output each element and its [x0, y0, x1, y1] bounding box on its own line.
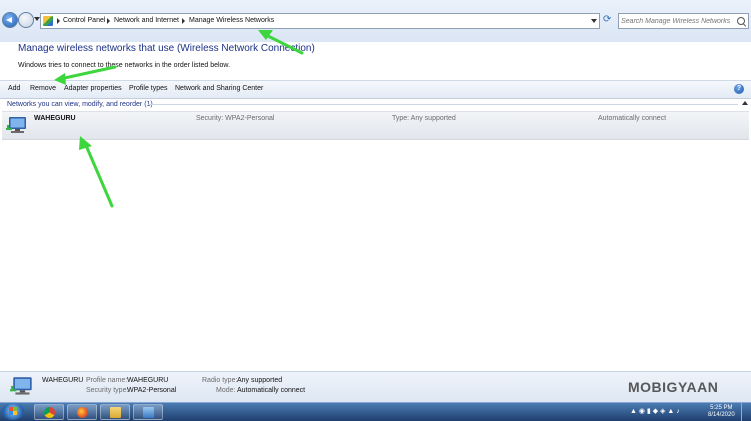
radio-type-label: Radio type:: [202, 377, 238, 384]
windows-logo-icon: [9, 407, 17, 415]
taskbar: ▲ ◉ ▮ ◆ ◈ ▲ ♪ 5:25 PM 8/14/2020: [0, 402, 751, 421]
mode-value: Automatically connect: [237, 387, 306, 394]
taskbar-explorer[interactable]: [100, 404, 130, 420]
control-panel-icon: [43, 16, 53, 26]
radio-type-value: Any supported: [237, 377, 283, 384]
list-item[interactable]: WAHEGURU Security: WPA2-Personal Type: A…: [2, 111, 749, 140]
start-button[interactable]: [2, 403, 24, 420]
breadcrumb-control-panel[interactable]: Control Panel: [63, 17, 105, 24]
group-divider: [148, 104, 738, 105]
chevron-right-icon[interactable]: [107, 18, 110, 24]
wireless-network-icon: [6, 117, 26, 133]
network-type: Type: Any supported: [392, 115, 456, 122]
show-desktop-button[interactable]: [741, 403, 751, 421]
details-pane: WAHEGURU Profile name: WAHEGURU Security…: [0, 371, 751, 403]
remove-button[interactable]: Remove: [30, 85, 56, 92]
system-tray[interactable]: ▲ ◉ ▮ ◆ ◈ ▲ ♪: [630, 407, 680, 415]
network-security: Security: WPA2-Personal: [196, 115, 275, 122]
refresh-icon[interactable]: ⟳: [603, 14, 611, 25]
chevron-right-icon[interactable]: [57, 18, 60, 24]
search-icon[interactable]: [737, 17, 745, 25]
profile-name-value: WAHEGURU: [127, 377, 169, 384]
clock-date: 8/14/2020: [708, 412, 735, 418]
address-bar: Control Panel Network and Internet Manag…: [0, 0, 751, 42]
page-title: Manage wireless networks that use (Wirel…: [18, 43, 315, 54]
toolbar: Add Remove Adapter properties Profile ty…: [0, 80, 751, 99]
group-header: Networks you can view, modify, and reord…: [7, 101, 153, 108]
forward-button[interactable]: [18, 12, 34, 28]
taskbar-firefox[interactable]: [67, 404, 97, 420]
mode-label: Mode:: [216, 387, 236, 394]
address-dropdown-icon[interactable]: [591, 19, 597, 23]
control-panel-icon: [143, 407, 154, 418]
back-button[interactable]: [2, 12, 18, 28]
network-mode: Automatically connect: [598, 115, 667, 122]
security-type-value: WPA2-Personal: [127, 387, 177, 394]
adapter-properties-button[interactable]: Adapter properties: [64, 85, 122, 92]
taskbar-control-panel[interactable]: [133, 404, 163, 420]
collapse-group-icon[interactable]: [742, 101, 748, 105]
security-type-label: Security type:: [86, 387, 129, 394]
profile-types-button[interactable]: Profile types: [129, 85, 168, 92]
help-icon[interactable]: ?: [734, 84, 744, 94]
network-and-sharing-center-button[interactable]: Network and Sharing Center: [175, 85, 263, 92]
arrow-to-network-annotation: [83, 141, 114, 208]
profile-name-label: Profile name:: [86, 377, 128, 384]
mobigyaan-watermark: MOBIGYAAN: [628, 379, 719, 395]
add-button[interactable]: Add: [8, 85, 20, 92]
clock[interactable]: 5:25 PM 8/14/2020: [708, 405, 735, 419]
wireless-network-icon: [10, 377, 32, 395]
page-subtitle: Windows tries to connect to these networ…: [18, 62, 231, 69]
breadcrumb-manage-wireless-networks[interactable]: Manage Wireless Networks: [189, 17, 274, 24]
search-box[interactable]: [618, 13, 749, 29]
breadcrumb[interactable]: Control Panel Network and Internet Manag…: [40, 13, 600, 29]
chevron-right-icon[interactable]: [182, 18, 185, 24]
search-input[interactable]: [621, 15, 731, 27]
firefox-icon: [77, 407, 88, 418]
chrome-icon: [44, 407, 55, 418]
breadcrumb-network-and-internet[interactable]: Network and Internet: [114, 17, 179, 24]
details-network-name: WAHEGURU: [42, 377, 84, 384]
clock-time: 5:25 PM: [710, 405, 733, 411]
network-name: WAHEGURU: [34, 115, 76, 122]
folder-icon: [110, 407, 121, 418]
taskbar-chrome[interactable]: [34, 404, 64, 420]
